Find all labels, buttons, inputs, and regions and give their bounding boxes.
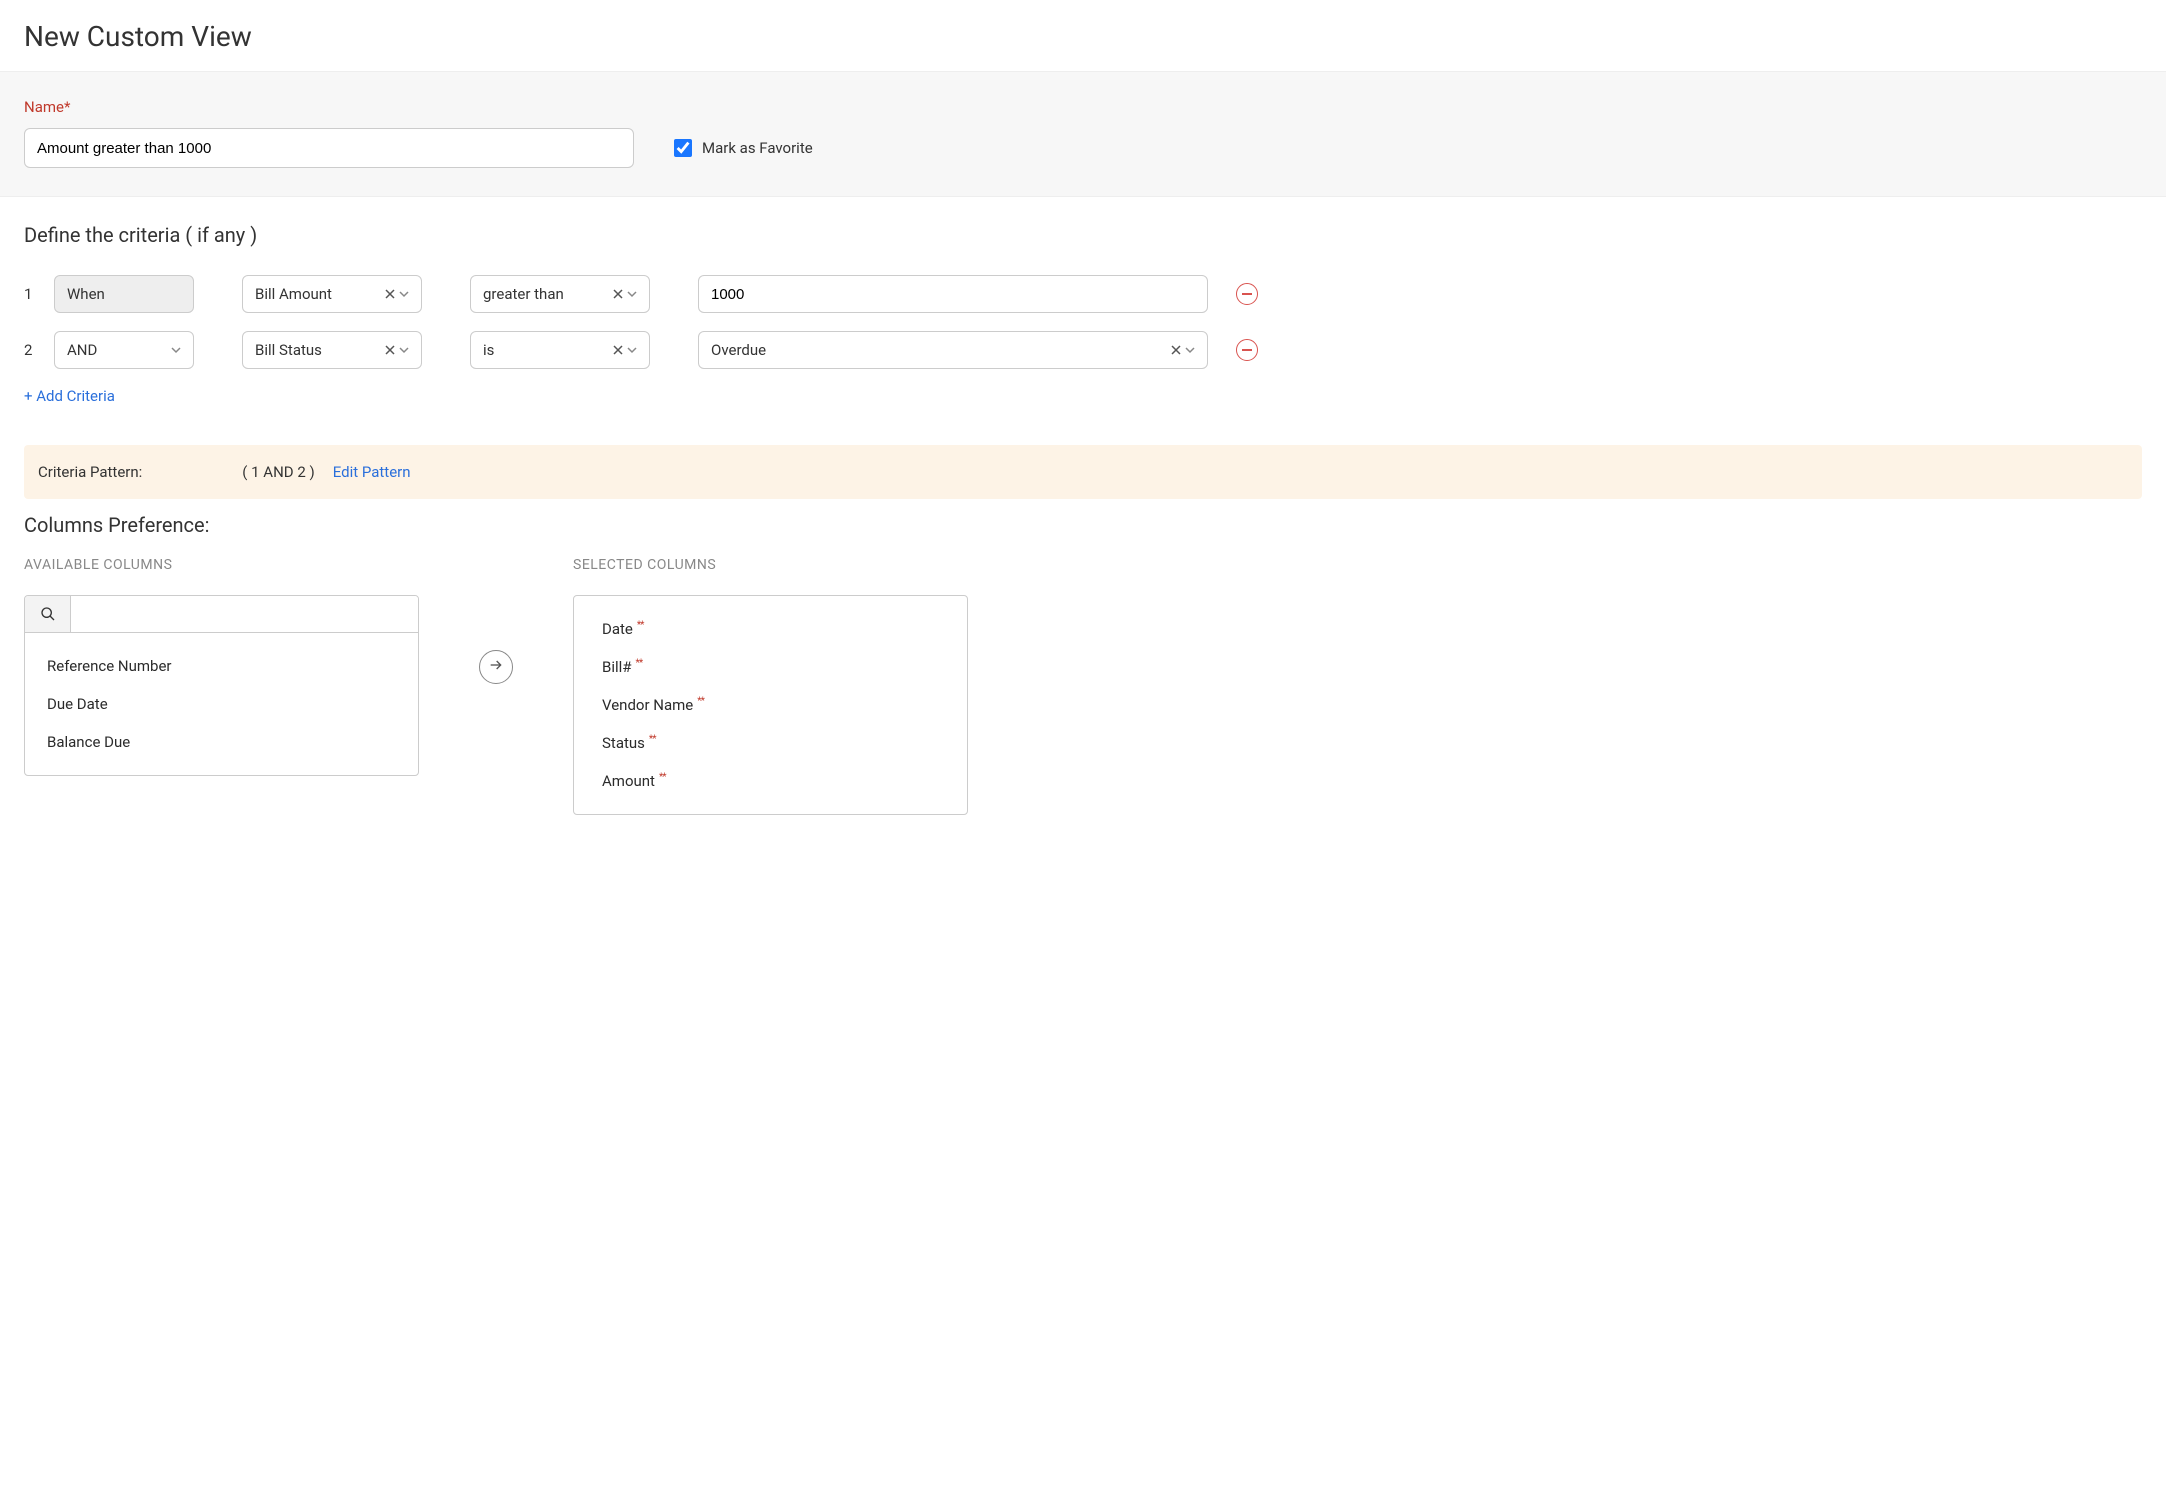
criteria-field-select[interactable]: Bill Amount	[242, 275, 422, 313]
clear-icon[interactable]	[613, 345, 623, 355]
mandatory-indicator-icon: **	[649, 734, 656, 745]
chevron-down-icon	[1185, 345, 1195, 355]
columns-preference-heading: Columns Preference:	[0, 513, 2166, 557]
selected-columns-label: SELECTED COLUMNS	[573, 557, 968, 573]
available-columns-box: Reference NumberDue DateBalance Due	[24, 595, 419, 776]
name-section: Name* Mark as Favorite	[0, 72, 2166, 197]
selected-column-name: Amount	[602, 772, 655, 790]
criteria-operator-select[interactable]: is	[470, 331, 650, 369]
criteria-row: 1 When Bill Amount greater than	[24, 275, 2142, 313]
criteria-conjunction-select[interactable]: AND	[54, 331, 194, 369]
criteria-value-input[interactable]	[711, 286, 1195, 303]
available-columns-search-input[interactable]	[71, 596, 418, 632]
criteria-field-select[interactable]: Bill Status	[242, 331, 422, 369]
selected-column-item[interactable]: Date **	[574, 610, 967, 648]
criteria-value-select[interactable]: Overdue	[698, 331, 1208, 369]
available-column-item[interactable]: Balance Due	[25, 723, 418, 761]
transfer-right-button[interactable]	[479, 650, 513, 684]
criteria-pattern-bar: Criteria Pattern: ( 1 AND 2 ) Edit Patte…	[24, 445, 2142, 499]
edit-pattern-link[interactable]: Edit Pattern	[333, 463, 411, 481]
search-icon	[25, 596, 71, 632]
minus-icon	[1242, 293, 1252, 295]
chevron-down-icon	[171, 345, 181, 355]
add-criteria-link[interactable]: + Add Criteria	[24, 387, 2142, 405]
criteria-row-index: 2	[24, 341, 44, 359]
selected-column-item[interactable]: Vendor Name **	[574, 686, 967, 724]
mandatory-indicator-icon: **	[659, 772, 666, 783]
remove-criteria-button[interactable]	[1236, 283, 1258, 305]
available-columns-label: AVAILABLE COLUMNS	[24, 557, 419, 573]
clear-icon[interactable]	[385, 289, 395, 299]
criteria-pattern-value: ( 1 AND 2 )	[242, 463, 314, 481]
chevron-down-icon	[399, 289, 409, 299]
criteria-row-index: 1	[24, 285, 44, 303]
clear-icon[interactable]	[613, 289, 623, 299]
selected-column-name: Vendor Name	[602, 696, 693, 714]
name-label: Name*	[24, 98, 634, 116]
selected-column-item[interactable]: Amount **	[574, 762, 967, 800]
criteria-operator-select[interactable]: greater than	[470, 275, 650, 313]
mark-favorite-checkbox[interactable]	[674, 139, 692, 157]
criteria-value-input-wrap	[698, 275, 1208, 313]
columns-area: AVAILABLE COLUMNS Reference NumberDue Da…	[0, 557, 2166, 815]
criteria-section: Define the criteria ( if any ) 1 When Bill…	[0, 197, 2166, 415]
clear-icon[interactable]	[385, 345, 395, 355]
page-title: New Custom View	[0, 0, 2166, 72]
selected-columns-box: Date**Bill#**Vendor Name**Status**Amount…	[573, 595, 968, 815]
chevron-down-icon	[399, 345, 409, 355]
name-input[interactable]	[24, 128, 634, 168]
arrow-right-icon	[488, 657, 504, 677]
mark-favorite-label: Mark as Favorite	[702, 139, 813, 157]
selected-column-name: Status	[602, 734, 645, 752]
criteria-row: 2 AND Bill Status is Overdue	[24, 331, 2142, 369]
criteria-when-box: When	[54, 275, 194, 313]
mandatory-indicator-icon: **	[636, 658, 643, 669]
chevron-down-icon	[627, 289, 637, 299]
criteria-pattern-label: Criteria Pattern:	[38, 463, 142, 481]
mandatory-indicator-icon: **	[637, 620, 644, 631]
remove-criteria-button[interactable]	[1236, 339, 1258, 361]
minus-icon	[1242, 349, 1252, 351]
selected-column-name: Bill#	[602, 658, 632, 676]
selected-column-item[interactable]: Bill# **	[574, 648, 967, 686]
mandatory-indicator-icon: **	[697, 696, 704, 707]
available-column-item[interactable]: Due Date	[25, 685, 418, 723]
criteria-heading: Define the criteria ( if any )	[24, 223, 2142, 247]
selected-column-item[interactable]: Status **	[574, 724, 967, 762]
selected-column-name: Date	[602, 620, 633, 638]
available-column-item[interactable]: Reference Number	[25, 647, 418, 685]
chevron-down-icon	[627, 345, 637, 355]
clear-icon[interactable]	[1171, 345, 1181, 355]
